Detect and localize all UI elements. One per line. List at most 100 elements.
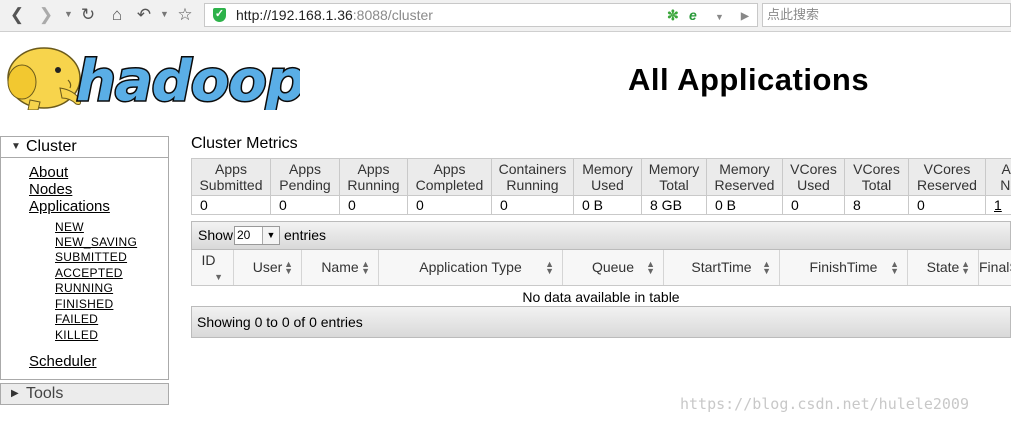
column-header[interactable]: StartTime ▲ ▼	[664, 250, 780, 285]
nav-tools-header[interactable]: ▶ Tools	[0, 383, 169, 405]
address-bar[interactable]: ✓ http://192.168.1.36:8088/cluster ✼ e ▼…	[204, 3, 758, 27]
table-info-bar: Showing 0 to 0 of 0 entries	[191, 306, 1011, 338]
table-length-bar: Show 20 ▼ entries	[191, 221, 1011, 250]
home-icon[interactable]: ⌂	[107, 5, 127, 25]
metric-header: ActiveNodes	[985, 158, 1011, 196]
metric-header-line: Reserved	[917, 177, 977, 193]
nav-state-failed[interactable]: FAILED	[55, 312, 98, 326]
nav-link-applications[interactable]: Applications	[29, 198, 110, 215]
metric-header: Memory Reserved	[706, 158, 783, 196]
metric-header-line: Containers	[498, 161, 567, 177]
column-header[interactable]: User ▲ ▼	[234, 250, 302, 285]
nav-state-killed[interactable]: KILLED	[55, 328, 98, 342]
metric-header-line: Pending	[279, 177, 331, 193]
metric-header-line: Running	[506, 177, 559, 193]
nav-link-nodes[interactable]: Nodes	[29, 181, 72, 198]
column-header-label: FinishTime	[809, 259, 878, 275]
refresh-icon[interactable]: ↻	[78, 5, 98, 25]
expanded-triangle-icon: ▼	[11, 141, 21, 152]
metric-header-line: Apps	[357, 161, 390, 177]
column-header[interactable]: Application Type ▲ ▼	[379, 250, 563, 285]
nav-cluster-header[interactable]: ▼ Cluster	[0, 136, 169, 158]
empty-table-message: No data available in table	[522, 289, 680, 305]
go-icon[interactable]: ▶	[741, 8, 749, 25]
nav-cluster-label: Cluster	[26, 138, 77, 155]
metric-value: 0 B	[706, 195, 783, 215]
metric-header-line: Running	[347, 177, 400, 193]
column-header[interactable]: ID ▼	[192, 250, 234, 285]
accelerate-icon[interactable]: ✼	[667, 7, 679, 24]
metric-header-line: Used	[797, 177, 830, 193]
hadoop-wordmark: hadoop	[76, 49, 300, 110]
metric-header-line: Used	[591, 177, 624, 193]
metric-value: 0	[270, 195, 340, 215]
show-label: Show	[198, 227, 234, 243]
column-header[interactable]: Name ▲ ▼	[302, 250, 379, 285]
metric-value: 8	[844, 195, 909, 215]
column-header-label: User	[252, 259, 283, 275]
undo-icon[interactable]: ↶	[134, 5, 154, 25]
nav-link-scheduler[interactable]: Scheduler	[29, 353, 97, 370]
column-header-label: FinalStatus	[979, 259, 1011, 275]
nav-state-running[interactable]: RUNNING	[55, 281, 113, 295]
sort-icon: ▲ ▼	[762, 259, 771, 276]
metric-header-line: Memory	[582, 161, 633, 177]
url-dropdown-icon[interactable]: ▼	[715, 9, 724, 26]
metric-header-line: Memory	[648, 161, 700, 177]
ie-mode-icon[interactable]: e	[689, 7, 697, 24]
metric-header-line: VCores	[853, 161, 900, 177]
metric-value: 0	[407, 195, 492, 215]
active-nodes-link[interactable]: 1	[994, 197, 1002, 213]
table-info-text: Showing 0 to 0 of 0 entries	[197, 314, 363, 330]
nav-tools-label: Tools	[26, 385, 64, 402]
metrics-value-row: 000000 B8 GB 0 B0801	[191, 195, 1011, 215]
metric-value: 1	[985, 195, 1011, 215]
metric-header: Apps Completed	[407, 158, 492, 196]
column-header-label: Queue	[591, 259, 635, 275]
metric-value: 0	[782, 195, 845, 215]
column-header[interactable]: FinalStatus▲▼	[979, 250, 1011, 285]
sort-icon: ▲ ▼	[545, 259, 554, 276]
favorite-star-icon[interactable]: ☆	[175, 5, 195, 25]
metric-header: Memory Total	[641, 158, 707, 196]
hadoop-logo: hadoop	[0, 40, 307, 116]
forward-icon[interactable]: ❯	[37, 5, 55, 25]
back-icon[interactable]: ❮	[8, 5, 26, 25]
sort-icon: ▼	[214, 272, 223, 282]
column-header-label: StartTime	[691, 259, 752, 275]
nav-state-submitted[interactable]: SUBMITTED	[55, 250, 127, 264]
column-header[interactable]: Queue ▲ ▼	[563, 250, 664, 285]
column-header[interactable]: FinishTime ▲ ▼	[780, 250, 908, 285]
metric-header-line: Active	[1001, 161, 1011, 177]
sort-icon: ▲ ▼	[961, 259, 970, 276]
column-header[interactable]: State ▲ ▼	[908, 250, 979, 285]
metric-header-line: Apps	[215, 161, 247, 177]
cluster-metrics-title: Cluster Metrics	[191, 135, 298, 152]
collapsed-triangle-icon: ▶	[11, 388, 19, 399]
page-title: All Applications	[628, 62, 870, 97]
metric-header: Apps Running	[339, 158, 408, 196]
search-input[interactable]: 点此搜索	[762, 3, 1011, 27]
metric-header-line: Apps	[433, 161, 466, 177]
undo-dropdown-icon[interactable]: ▼	[160, 9, 169, 19]
cluster-metrics-table: Apps Submitted Apps Pending Apps Running Apps C…	[191, 158, 1011, 215]
nav-link-about[interactable]: About	[29, 164, 68, 181]
metric-header-line: Total	[861, 177, 892, 193]
history-dropdown-icon[interactable]: ▼	[64, 9, 73, 19]
page-size-select[interactable]: 20 ▼	[234, 226, 280, 245]
nav-state-new-saving[interactable]: NEW_SAVING	[55, 235, 137, 249]
nav-state-accepted[interactable]: ACCEPTED	[55, 266, 123, 280]
metric-header-line: Submitted	[199, 177, 263, 193]
column-header-label: Application Type	[419, 259, 522, 275]
metric-header: VCores Reserved	[908, 158, 986, 196]
metric-header: Apps Submitted	[191, 158, 271, 196]
nav-state-finished[interactable]: FINISHED	[55, 297, 113, 311]
metric-header-line: Reserved	[714, 177, 775, 193]
nav-state-new[interactable]: NEW	[55, 220, 84, 234]
metric-header: Containers Running	[491, 158, 574, 196]
sort-icon: ▲ ▼	[890, 259, 899, 276]
metric-value: 8 GB	[641, 195, 707, 215]
url-host: http://192.168.1.36	[236, 7, 353, 23]
metric-header: VCores Total	[844, 158, 909, 196]
metric-header: Apps Pending	[270, 158, 340, 196]
